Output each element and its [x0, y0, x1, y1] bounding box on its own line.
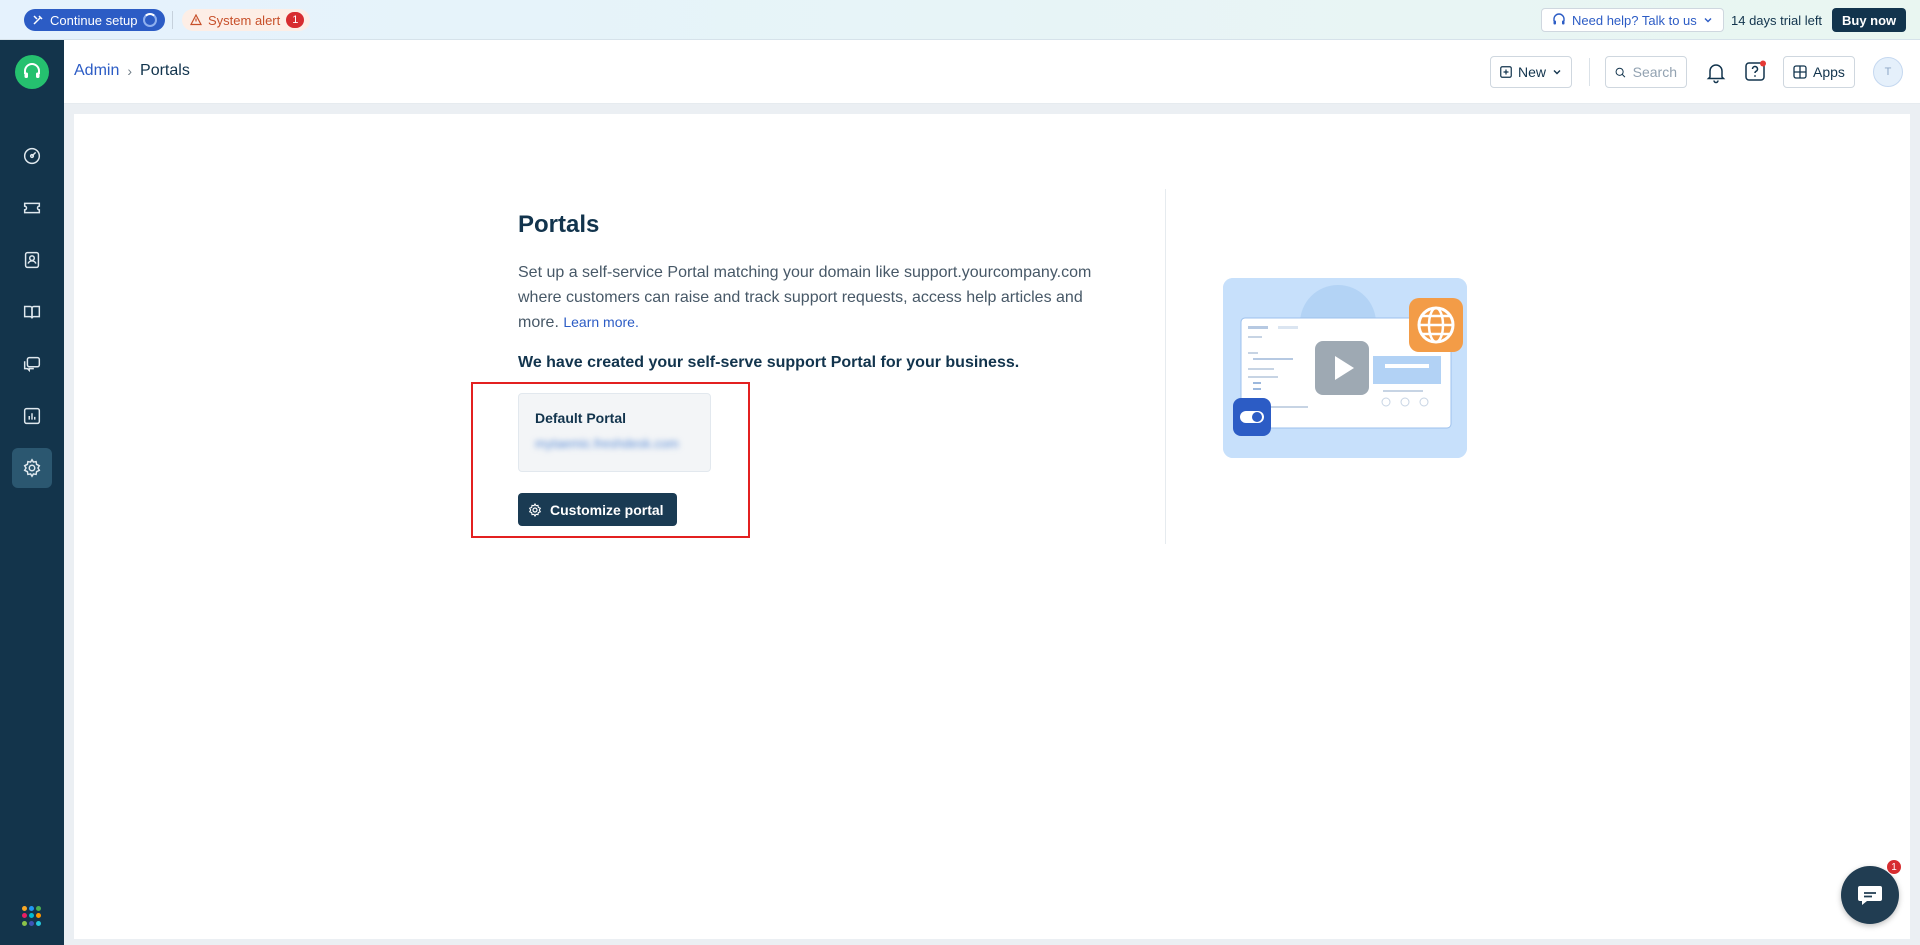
dashboard-icon[interactable]	[12, 136, 52, 176]
tickets-icon[interactable]	[12, 188, 52, 228]
breadcrumb: Admin › Portals	[74, 62, 190, 80]
chevron-down-icon	[1704, 18, 1712, 23]
setup-progress-ring	[143, 13, 158, 27]
analytics-icon[interactable]	[12, 396, 52, 436]
page-header: Admin › Portals New Search Apps T	[64, 40, 1920, 104]
chevron-down-icon	[1553, 70, 1561, 75]
top-banner: Continue setup System alert 1 Need help?…	[0, 0, 1920, 40]
banner-divider	[172, 11, 173, 29]
breadcrumb-separator: ›	[127, 63, 133, 79]
customize-portal-label: Customize portal	[550, 501, 664, 518]
portal-url[interactable]: mytaemic.freshdesk.com	[535, 436, 694, 451]
headset-icon	[1553, 13, 1565, 25]
system-alert-label: System alert	[208, 12, 281, 28]
avatar[interactable]: T	[1873, 57, 1903, 87]
chat-widget-button[interactable]	[1841, 866, 1899, 924]
continue-setup-button[interactable]: Continue setup	[24, 9, 166, 31]
help-talk-button[interactable]: Need help? Talk to us	[1541, 8, 1724, 32]
apps-label: Apps	[1813, 64, 1845, 80]
trial-days-text: 14 days trial left	[1731, 13, 1823, 28]
solutions-book-icon[interactable]	[12, 292, 52, 332]
search-placeholder: Search	[1632, 64, 1677, 80]
system-alert-button[interactable]: System alert 1	[182, 9, 311, 31]
customize-portal-button[interactable]: Customize portal	[518, 493, 677, 526]
warning-icon	[190, 14, 202, 26]
page-title: Portals	[518, 211, 600, 238]
portal-video-thumbnail[interactable]	[1223, 278, 1467, 458]
learn-more-link[interactable]: Learn more.	[563, 314, 638, 330]
help-label: Need help? Talk to us	[1572, 12, 1697, 28]
admin-gear-icon[interactable]	[12, 448, 52, 488]
breadcrumb-admin-link[interactable]: Admin	[74, 62, 119, 80]
search-input[interactable]: Search	[1605, 56, 1687, 88]
chat-bubble-icon	[1858, 886, 1882, 905]
main-panel: Portals Set up a self-service Portal mat…	[74, 114, 1910, 939]
content-divider	[1165, 189, 1166, 544]
new-button[interactable]: New	[1490, 56, 1573, 88]
headset-icon[interactable]	[15, 55, 49, 89]
app-switcher-icon[interactable]	[22, 906, 42, 926]
apps-button[interactable]: Apps	[1783, 56, 1855, 88]
chat-icon[interactable]	[12, 344, 52, 384]
chat-notification-badge: 1	[1886, 859, 1902, 875]
portal-created-message: We have created your self-serve support …	[518, 354, 1020, 371]
gear-icon	[528, 502, 542, 517]
search-icon	[1615, 67, 1626, 77]
new-label: New	[1518, 64, 1547, 80]
plus-square-icon	[1500, 66, 1512, 78]
breadcrumb-current: Portals	[140, 62, 190, 79]
continue-setup-label: Continue setup	[50, 12, 138, 28]
bell-icon[interactable]	[1704, 60, 1728, 84]
buy-now-button[interactable]: Buy now	[1832, 8, 1907, 32]
contacts-icon[interactable]	[12, 240, 52, 280]
tools-icon	[33, 15, 43, 25]
default-portal-card[interactable]: Default Portal mytaemic.freshdesk.com	[518, 393, 711, 472]
header-divider	[1589, 58, 1590, 86]
alert-count-badge: 1	[286, 12, 305, 28]
apps-cube-icon	[1793, 65, 1807, 79]
portal-illustration	[1223, 278, 1467, 458]
portal-description: Set up a self-service Portal matching yo…	[518, 261, 1118, 336]
portal-name: Default Portal	[535, 410, 627, 426]
sidebar	[0, 40, 64, 945]
help-question-icon[interactable]	[1743, 60, 1767, 84]
